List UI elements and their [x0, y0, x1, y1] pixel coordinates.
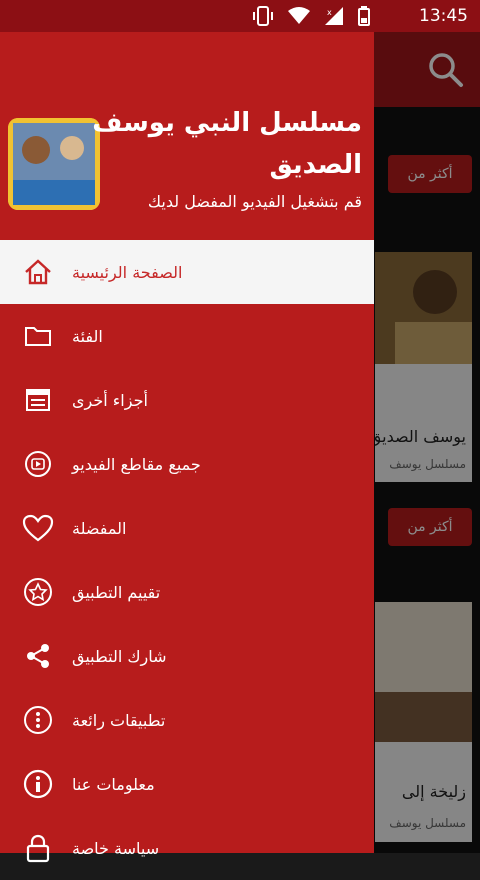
more-apps-icon	[20, 702, 56, 738]
menu-item-label: جميع مقاطع الفيديو	[72, 454, 201, 474]
drawer-title: مسلسل النبي يوسف الصديق	[92, 108, 362, 180]
menu-item-label: تقييم التطبيق	[72, 582, 161, 602]
menu-item-home[interactable]: الصفحة الرئيسية	[0, 240, 374, 304]
info-icon	[20, 766, 56, 802]
menu-item-all-videos[interactable]: جميع مقاطع الفيديو	[0, 432, 374, 496]
play-circle-icon	[20, 446, 56, 482]
menu-item-other-parts[interactable]: أجزاء أخرى	[0, 368, 374, 432]
menu-item-share-app[interactable]: شارك التطبيق	[0, 624, 374, 688]
menu-item-category[interactable]: الفئة	[0, 304, 374, 368]
star-icon	[20, 574, 56, 610]
svg-text:x: x	[327, 8, 332, 17]
menu-item-label: المفضلة	[72, 518, 127, 538]
menu-item-more-apps[interactable]: تطبيقات رائعة	[0, 688, 374, 752]
menu-item-favorites[interactable]: المفضلة	[0, 496, 374, 560]
lock-icon	[20, 830, 56, 866]
menu-item-privacy-policy[interactable]: سياسة خاصة	[0, 816, 374, 880]
menu-item-label: الفئة	[72, 326, 103, 346]
menu-item-about[interactable]: معلومات عنا	[0, 752, 374, 816]
drawer-menu: الصفحة الرئيسية الفئة أجزاء أخرى جميع مق…	[0, 240, 374, 880]
menu-item-label: سياسة خاصة	[72, 838, 160, 858]
menu-item-label: أجزاء أخرى	[72, 390, 148, 410]
battery-icon	[358, 6, 370, 26]
wifi-icon	[288, 7, 310, 24]
calendar-icon	[20, 382, 56, 418]
menu-item-label: الصفحة الرئيسية	[72, 262, 183, 282]
menu-item-rate-app[interactable]: تقييم التطبيق	[0, 560, 374, 624]
menu-item-label: تطبيقات رائعة	[72, 710, 166, 730]
signal-icon: x	[325, 7, 343, 25]
vibrate-icon	[253, 6, 273, 26]
menu-item-label: شارك التطبيق	[72, 646, 167, 666]
menu-item-label: معلومات عنا	[72, 774, 155, 794]
status-bar: x 13:45	[0, 0, 480, 32]
drawer-subtitle: قم بتشغيل الفيديو المفضل لديك	[147, 192, 362, 211]
home-icon	[20, 254, 56, 290]
navigation-drawer: مسلسل النبي يوسف الصديق قم بتشغيل الفيدي…	[0, 32, 374, 863]
heart-icon	[20, 510, 56, 546]
folder-icon	[20, 318, 56, 354]
status-time: 13:45	[419, 6, 468, 26]
share-icon	[20, 638, 56, 674]
status-icons: x	[252, 6, 370, 26]
drawer-header: مسلسل النبي يوسف الصديق قم بتشغيل الفيدي…	[0, 32, 374, 240]
